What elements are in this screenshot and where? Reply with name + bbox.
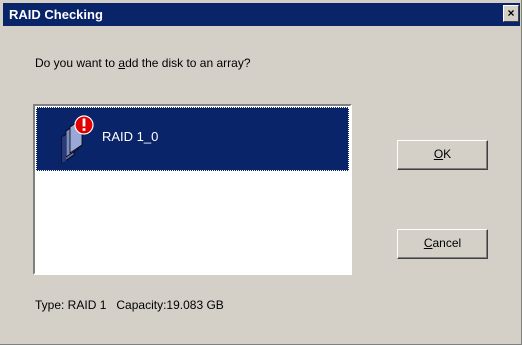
list-item[interactable]: RAID 1_0 (36, 107, 349, 171)
ok-button[interactable]: OK (397, 140, 488, 170)
raid-info-line: Type: RAID 1 Capacity:19.083 GB (35, 297, 224, 313)
title-bar[interactable]: RAID Checking × (3, 3, 520, 26)
raid-capacity-label: Capacity:19.083 GB (116, 298, 224, 312)
raid-disk-warning-icon (61, 115, 94, 164)
raid-type-label: Type: RAID 1 (35, 298, 107, 312)
dialog-title: RAID Checking (9, 7, 103, 22)
close-button[interactable]: × (503, 5, 519, 22)
prompt-text: Do you want to add the disk to an array? (35, 56, 251, 70)
cancel-button[interactable]: Cancel (397, 229, 488, 259)
raid-checking-dialog: RAID Checking × Do you want to add the d… (0, 0, 522, 345)
list-item-label: RAID 1_0 (102, 129, 159, 144)
close-icon: × (507, 6, 515, 20)
array-listbox[interactable]: RAID 1_0 (33, 104, 352, 275)
